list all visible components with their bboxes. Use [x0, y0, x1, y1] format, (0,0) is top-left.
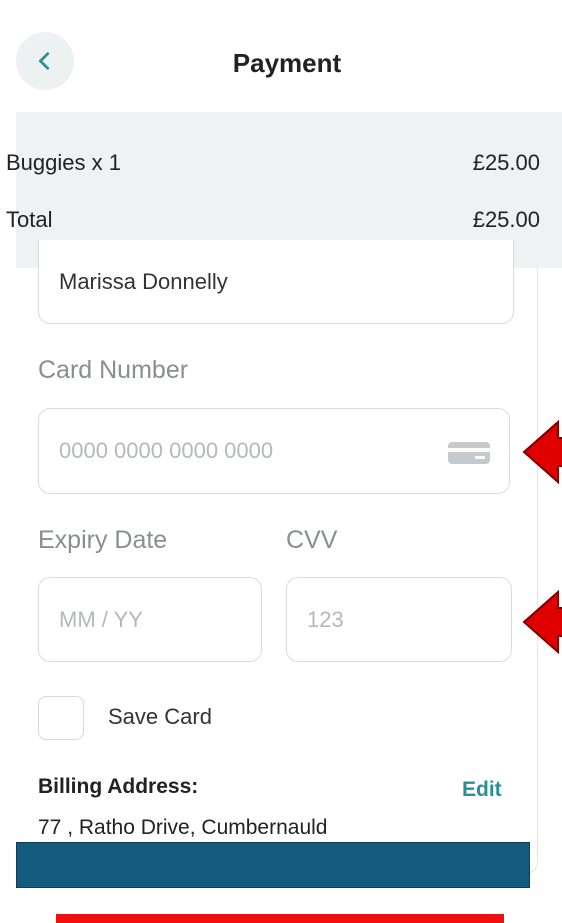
page-title: Payment	[232, 48, 342, 78]
header: Payment	[0, 0, 562, 112]
card-number-field[interactable]	[38, 408, 510, 494]
save-card-checkbox[interactable]	[38, 696, 84, 740]
summary-total-amount: £25.00	[472, 207, 540, 232]
annotation-arrow-icon	[522, 420, 562, 484]
billing-address-label: Billing Address:	[38, 775, 199, 798]
expiry-date-field[interactable]	[38, 577, 262, 662]
summary-item-amount: £25.00	[472, 150, 540, 175]
expiry-date-input[interactable]	[59, 578, 237, 661]
save-card-label: Save Card	[108, 704, 212, 729]
expiry-date-label: Expiry Date	[38, 526, 168, 554]
annotation-arrow-icon	[522, 590, 562, 654]
summary-row-item: Buggies x 1 £25.00	[6, 150, 562, 190]
credit-card-icon	[448, 442, 490, 464]
billing-address-value: 77 , Ratho Drive, Cumbernauld	[38, 816, 328, 839]
cardholder-name-field[interactable]: Marissa Donnelly	[38, 240, 514, 324]
red-bar	[56, 914, 504, 923]
cvv-field[interactable]	[286, 577, 512, 662]
cvv-label: CVV	[286, 526, 338, 554]
edit-billing-link[interactable]: Edit	[462, 778, 502, 802]
card-number-label: Card Number	[38, 356, 189, 384]
summary-total-label: Total	[6, 207, 53, 232]
redaction-bar	[16, 842, 530, 888]
summary-item-label: Buggies x 1	[6, 150, 121, 175]
card-number-input[interactable]	[59, 409, 435, 493]
cvv-input[interactable]	[307, 578, 487, 661]
cardholder-name-value: Marissa Donnelly	[59, 268, 228, 294]
